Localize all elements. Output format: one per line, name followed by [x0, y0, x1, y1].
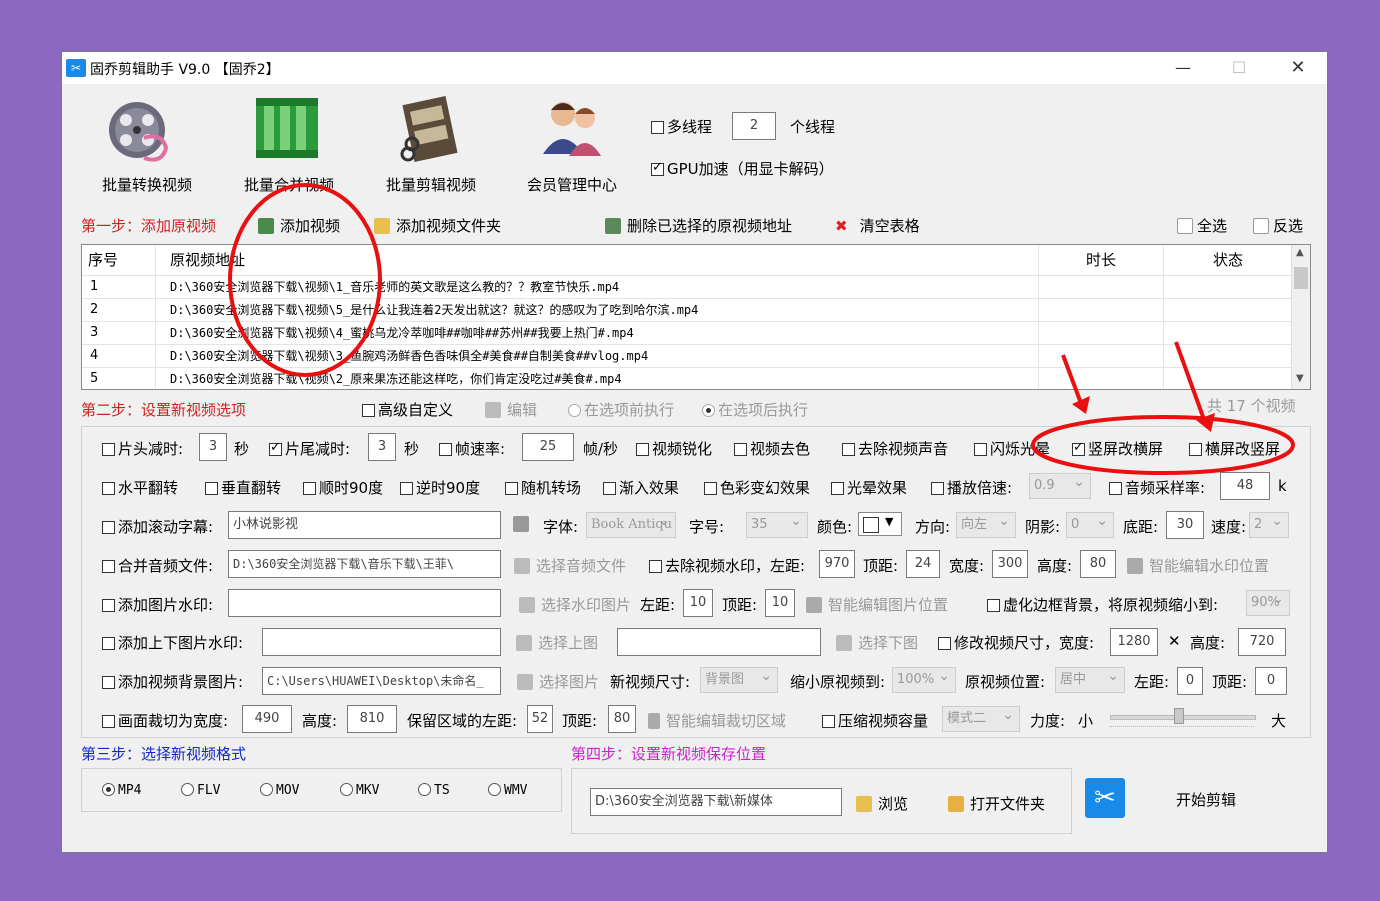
annotation-circle [228, 183, 382, 377]
annotation-overlay [228, 183, 1295, 475]
annotation-arrow [1174, 341, 1208, 426]
annotation-circle [1031, 415, 1295, 475]
annotation-arrow-head [1196, 413, 1215, 432]
annotation-arrow [1061, 354, 1084, 407]
